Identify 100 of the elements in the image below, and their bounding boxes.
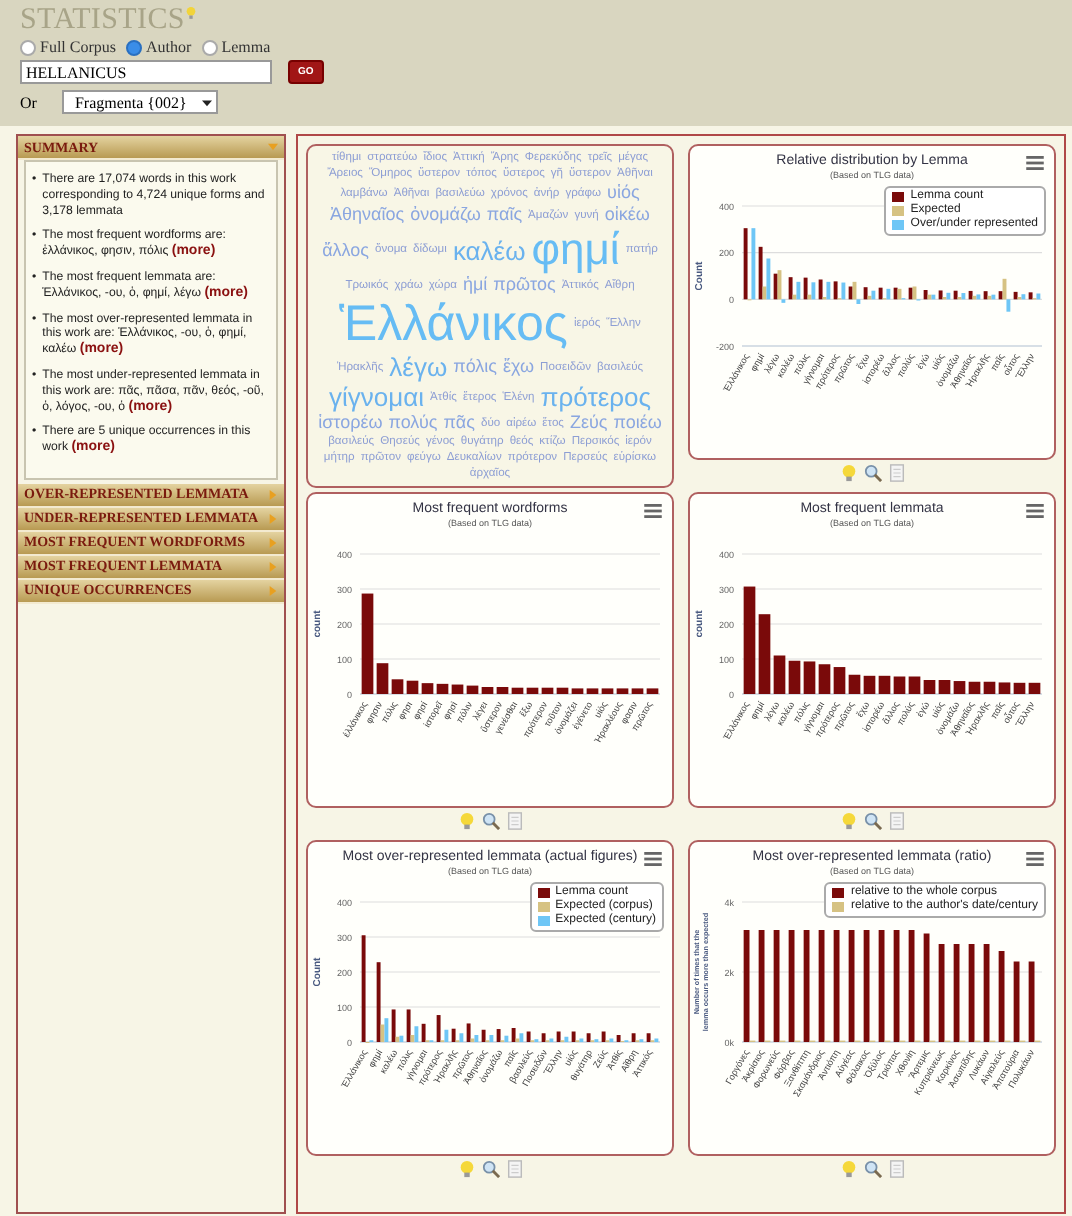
menu-icon[interactable]	[1026, 504, 1044, 518]
chart-bar[interactable]	[938, 290, 943, 300]
chart-bar[interactable]	[983, 291, 988, 300]
cloud-word[interactable]: ἔχω	[503, 356, 535, 378]
cloud-word[interactable]: παῖς	[486, 204, 523, 226]
chart-bar[interactable]	[818, 664, 831, 694]
lightbulb-icon[interactable]	[457, 1160, 475, 1178]
magnifier-icon[interactable]	[481, 1160, 499, 1178]
scope-radio[interactable]: Full Corpus	[20, 38, 117, 56]
menu-icon[interactable]	[1026, 156, 1044, 170]
chart-bar[interactable]	[526, 1031, 531, 1042]
chart-bar[interactable]	[863, 930, 870, 1042]
chart-bar[interactable]	[466, 685, 479, 694]
cloud-word[interactable]: Ἀθηναῖος	[330, 204, 405, 226]
chart-bar[interactable]	[968, 290, 973, 300]
chart-bar[interactable]	[908, 287, 913, 300]
chart-bar[interactable]	[968, 944, 975, 1042]
lightbulb-icon[interactable]	[839, 812, 857, 830]
cloud-word[interactable]: καλέω	[452, 235, 526, 265]
chart-bar[interactable]	[953, 944, 960, 1042]
chart-bar[interactable]	[758, 614, 771, 694]
cloud-word[interactable]: Ζεύς	[569, 412, 608, 434]
chart-bar[interactable]	[586, 688, 599, 694]
scope-radio[interactable]: Author	[126, 38, 192, 56]
chart-bar[interactable]	[541, 1033, 546, 1042]
chart-bar[interactable]	[481, 1029, 486, 1042]
chart-bar[interactable]	[1028, 682, 1041, 694]
chart-bar[interactable]	[1013, 961, 1020, 1042]
chart-bar[interactable]	[923, 933, 930, 1042]
magnifier-icon[interactable]	[481, 812, 499, 830]
cloud-word[interactable]: γίγνομαι	[328, 382, 424, 412]
chart-bar[interactable]	[601, 1031, 606, 1042]
chart-bar[interactable]	[818, 279, 823, 300]
lightbulb-icon[interactable]	[839, 464, 857, 482]
chart-bar[interactable]	[743, 930, 750, 1042]
chart-bar[interactable]	[466, 1023, 471, 1042]
chart-bar[interactable]	[863, 675, 876, 694]
magnifier-icon[interactable]	[863, 1160, 881, 1178]
chart-bar[interactable]	[601, 688, 614, 694]
chart-bar[interactable]	[1028, 961, 1035, 1042]
cloud-word[interactable]: πολύς	[388, 412, 438, 434]
chart-bar[interactable]	[526, 687, 539, 694]
chart-bar[interactable]	[511, 687, 524, 694]
chart-bar[interactable]	[631, 1033, 636, 1042]
chart-bar[interactable]	[788, 277, 793, 300]
chart-bar[interactable]	[908, 676, 921, 694]
menu-icon[interactable]	[644, 852, 662, 866]
chart-bar[interactable]	[616, 688, 629, 694]
chart-bar[interactable]	[758, 246, 763, 300]
chart-bar[interactable]	[1013, 682, 1026, 694]
chart-bar[interactable]	[571, 688, 584, 694]
cloud-word[interactable]: υἱός	[607, 182, 640, 204]
chart-bar[interactable]	[773, 273, 778, 300]
chart-bar[interactable]	[773, 655, 786, 694]
chart-bar[interactable]	[953, 290, 958, 300]
chart-bar[interactable]	[758, 930, 765, 1042]
author-search-field[interactable]: HELLANICUS	[20, 60, 272, 84]
menu-icon[interactable]	[644, 504, 662, 518]
chart-bar[interactable]	[968, 681, 981, 694]
magnifier-icon[interactable]	[863, 464, 881, 482]
chart-bar[interactable]	[878, 930, 885, 1042]
chart-bar[interactable]	[1013, 291, 1018, 300]
chart-bar[interactable]	[803, 930, 810, 1042]
chart-bar[interactable]	[421, 1023, 426, 1042]
chart-bar[interactable]	[773, 930, 780, 1042]
chart-bar[interactable]	[586, 1033, 591, 1042]
cloud-word[interactable]: Ἑλλάνικος	[339, 296, 568, 352]
chart-bar[interactable]	[893, 287, 898, 300]
chart-bar[interactable]	[923, 680, 936, 694]
chart-bar[interactable]	[421, 683, 434, 694]
magnifier-icon[interactable]	[863, 812, 881, 830]
chart-bar[interactable]	[743, 586, 756, 694]
chart-bar[interactable]	[818, 930, 825, 1042]
chart-bar[interactable]	[451, 1028, 456, 1042]
lightbulb-icon[interactable]	[457, 812, 475, 830]
chart-bar[interactable]	[406, 1009, 411, 1042]
chart-bar[interactable]	[893, 676, 906, 694]
chart-bar[interactable]	[481, 687, 494, 694]
cloud-word[interactable]: πρότερος	[540, 382, 652, 412]
cloud-word[interactable]: ἡμί	[462, 274, 488, 296]
chart-bar[interactable]	[496, 687, 509, 694]
chart-bar[interactable]	[833, 930, 840, 1042]
cloud-word[interactable]: ἄλλος	[322, 239, 369, 261]
chart-bar[interactable]	[878, 675, 891, 694]
chart-bar[interactable]	[998, 951, 1005, 1042]
chart-bar[interactable]	[616, 1035, 621, 1042]
menu-icon[interactable]	[1026, 852, 1044, 866]
chart-bar[interactable]	[863, 287, 868, 300]
cloud-word[interactable]: φημί	[531, 226, 620, 274]
chart-bar[interactable]	[376, 663, 389, 694]
chart-bar[interactable]	[803, 661, 816, 694]
chart-bar[interactable]	[998, 682, 1011, 694]
chart-bar[interactable]	[848, 674, 861, 694]
chart-bar[interactable]	[1028, 292, 1033, 300]
cloud-word[interactable]: ἱστορέω	[318, 412, 383, 434]
chart-bar[interactable]	[833, 281, 838, 300]
work-select[interactable]: Fragmenta {002}	[62, 90, 219, 114]
chart-bar[interactable]	[496, 1029, 501, 1042]
chart-bar[interactable]	[361, 935, 366, 1042]
chart-bar[interactable]	[631, 688, 644, 694]
